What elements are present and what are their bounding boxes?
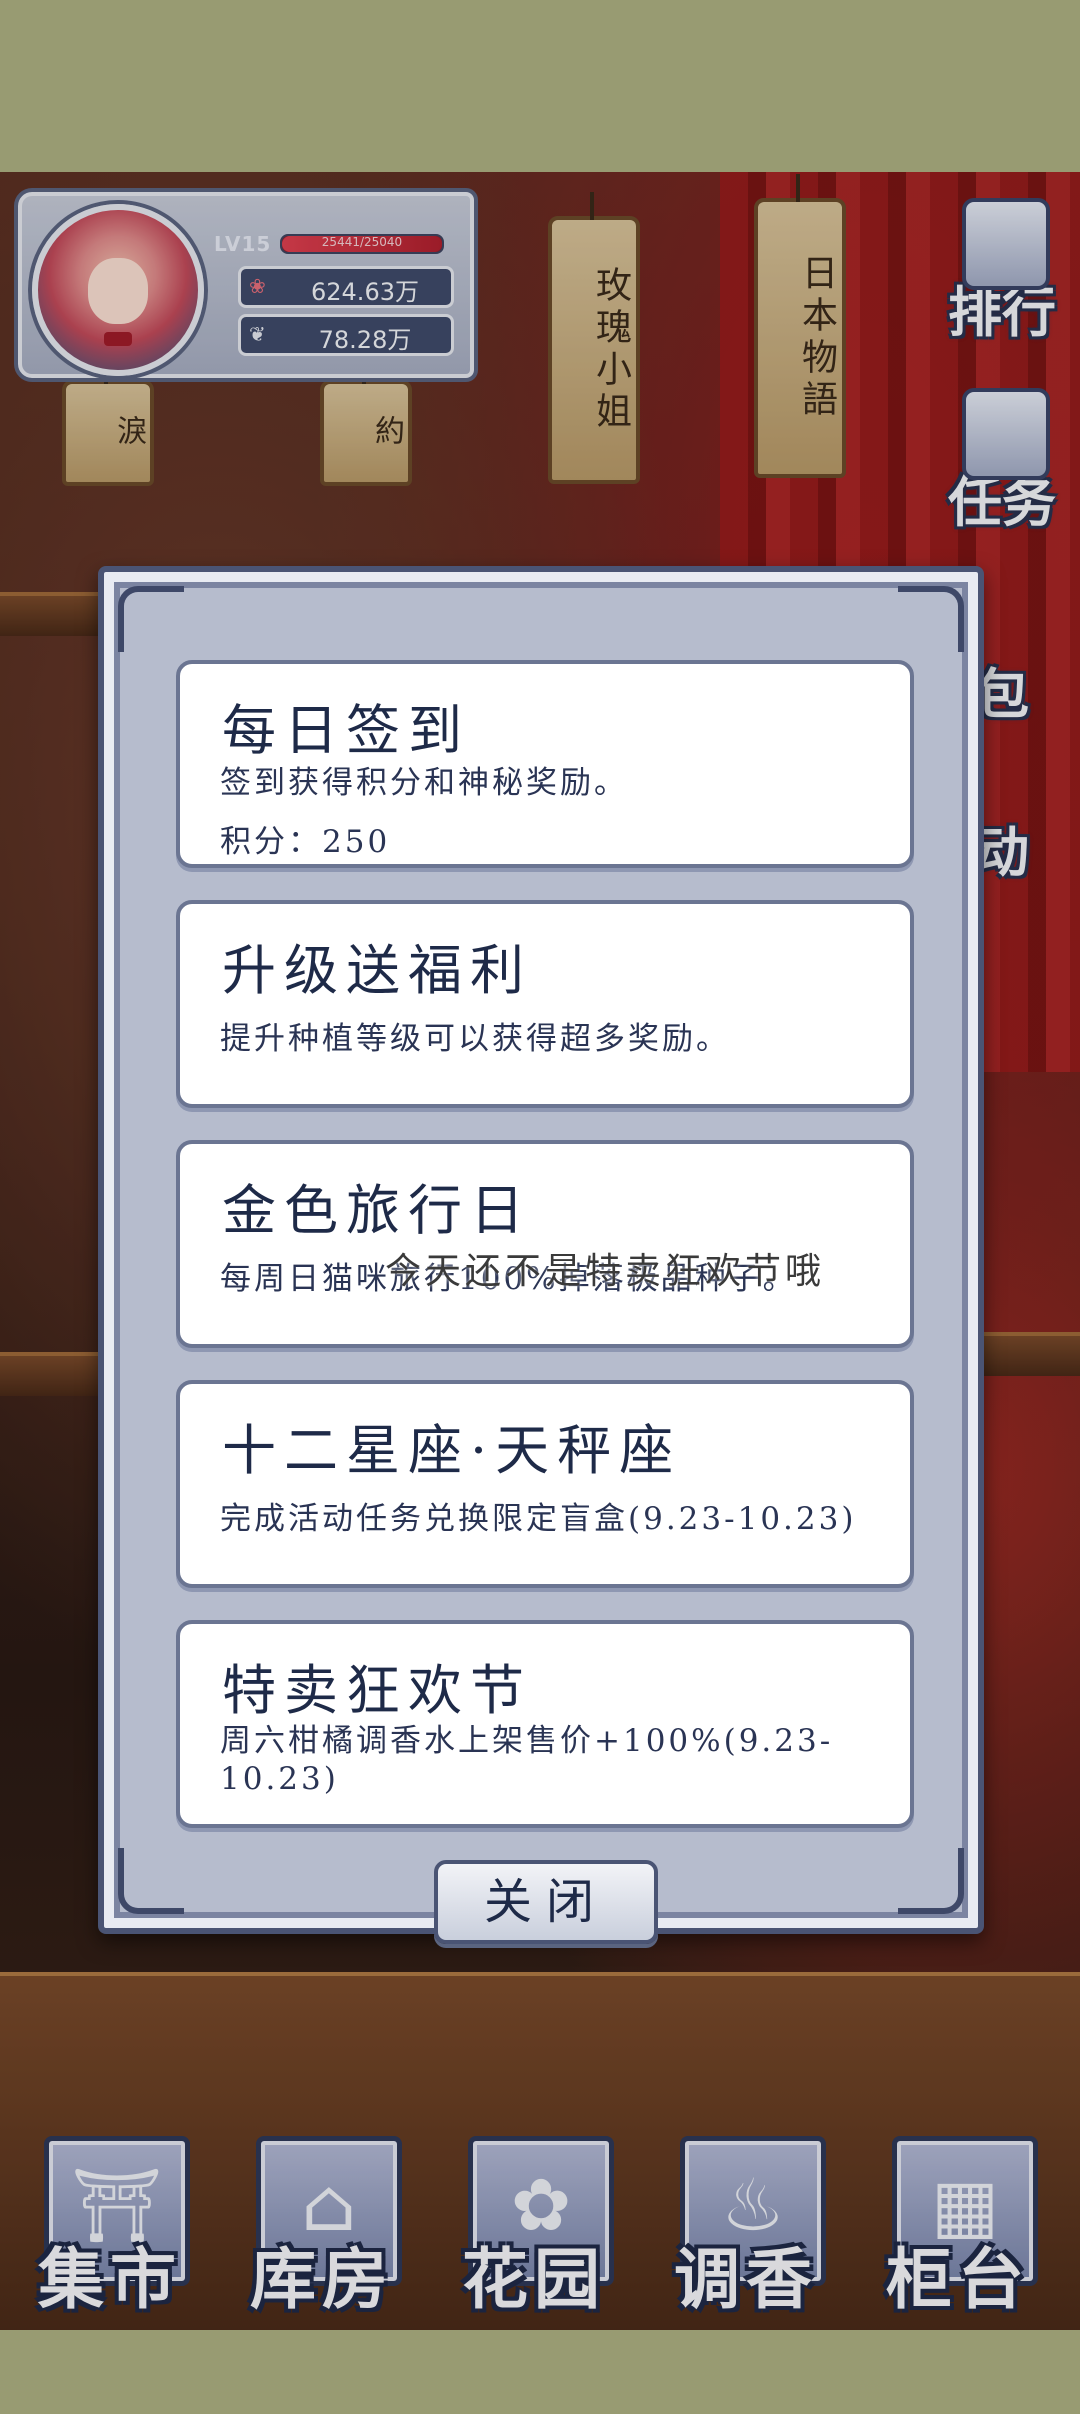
status-strip-top	[0, 0, 1080, 172]
event-title: 每日签到	[222, 699, 470, 762]
event-desc: 签到获得积分和神秘奖励。	[220, 765, 628, 801]
event-card-golden-travel[interactable]: 金色旅行日 每周日猫咪旅行100%掉落极品种子。 今天还不是特卖狂欢节哦	[176, 1140, 914, 1348]
frame-corner	[898, 586, 964, 652]
event-title: 金色旅行日	[222, 1179, 532, 1242]
event-title: 特卖狂欢节	[222, 1659, 532, 1722]
events-dialog: 每日签到 签到获得积分和神秘奖励。 积分：250 升级送福利 提升种植等级可以获…	[98, 566, 984, 1944]
event-points: 积分：250	[220, 824, 391, 860]
status-strip-bottom	[0, 2330, 1080, 2414]
event-title: 升级送福利	[222, 939, 532, 1002]
frame-corner	[118, 586, 184, 652]
close-button[interactable]: 关闭	[434, 1860, 658, 1944]
event-desc: 周六柑橘调香水上架售价+100%(9.23-10.23)	[220, 1723, 834, 1797]
event-card-daily-signin[interactable]: 每日签到 签到获得积分和神秘奖励。 积分：250	[176, 660, 914, 868]
event-title: 十二星座·天秤座	[222, 1419, 682, 1482]
event-card-levelup[interactable]: 升级送福利 提升种植等级可以获得超多奖励。	[176, 900, 914, 1108]
event-card-sale-festival[interactable]: 特卖狂欢节 周六柑橘调香水上架售价+100%(9.23-10.23)	[176, 1620, 914, 1828]
toast-message: 今天还不是特卖狂欢节哦	[385, 1251, 826, 1292]
event-card-zodiac[interactable]: 十二星座·天秤座 完成活动任务兑换限定盲盒(9.23-10.23)	[176, 1380, 914, 1588]
event-desc: 完成活动任务兑换限定盲盒(9.23-10.23)	[220, 1501, 857, 1537]
frame-corner	[898, 1848, 964, 1914]
event-desc: 提升种植等级可以获得超多奖励。	[220, 1021, 730, 1057]
frame-corner	[118, 1848, 184, 1914]
